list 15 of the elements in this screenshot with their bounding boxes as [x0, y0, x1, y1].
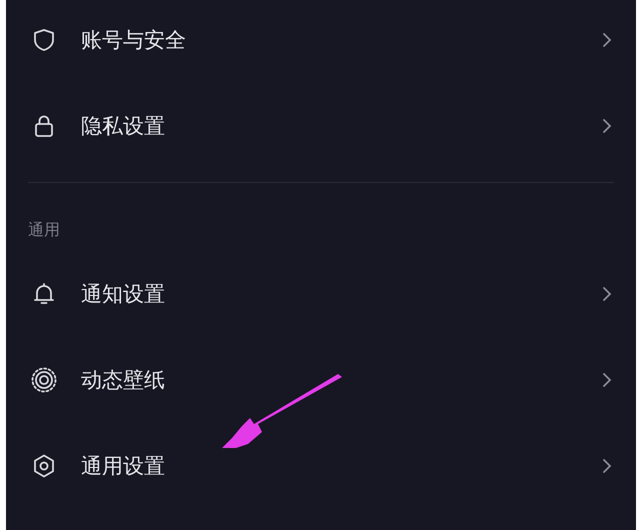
bell-icon — [31, 281, 57, 307]
settings-item[interactable]: 隐私设置 — [6, 83, 636, 169]
chevron-icon — [602, 32, 612, 48]
settings-item[interactable]: 通用设置 — [6, 423, 636, 509]
chevron-icon — [602, 372, 612, 388]
chevron-icon — [602, 286, 612, 302]
chevron-icon — [602, 118, 612, 134]
rings-icon — [31, 367, 57, 393]
settings-item[interactable]: 账号与安全 — [6, 0, 636, 83]
chevron-icon — [602, 458, 612, 474]
settings-icon — [31, 453, 57, 479]
settings-item[interactable]: 通知设置 — [6, 251, 636, 337]
shield-icon — [31, 27, 57, 53]
section-header: 通用 — [27, 219, 61, 240]
settings-item[interactable]: 动态壁纸 — [6, 337, 636, 423]
